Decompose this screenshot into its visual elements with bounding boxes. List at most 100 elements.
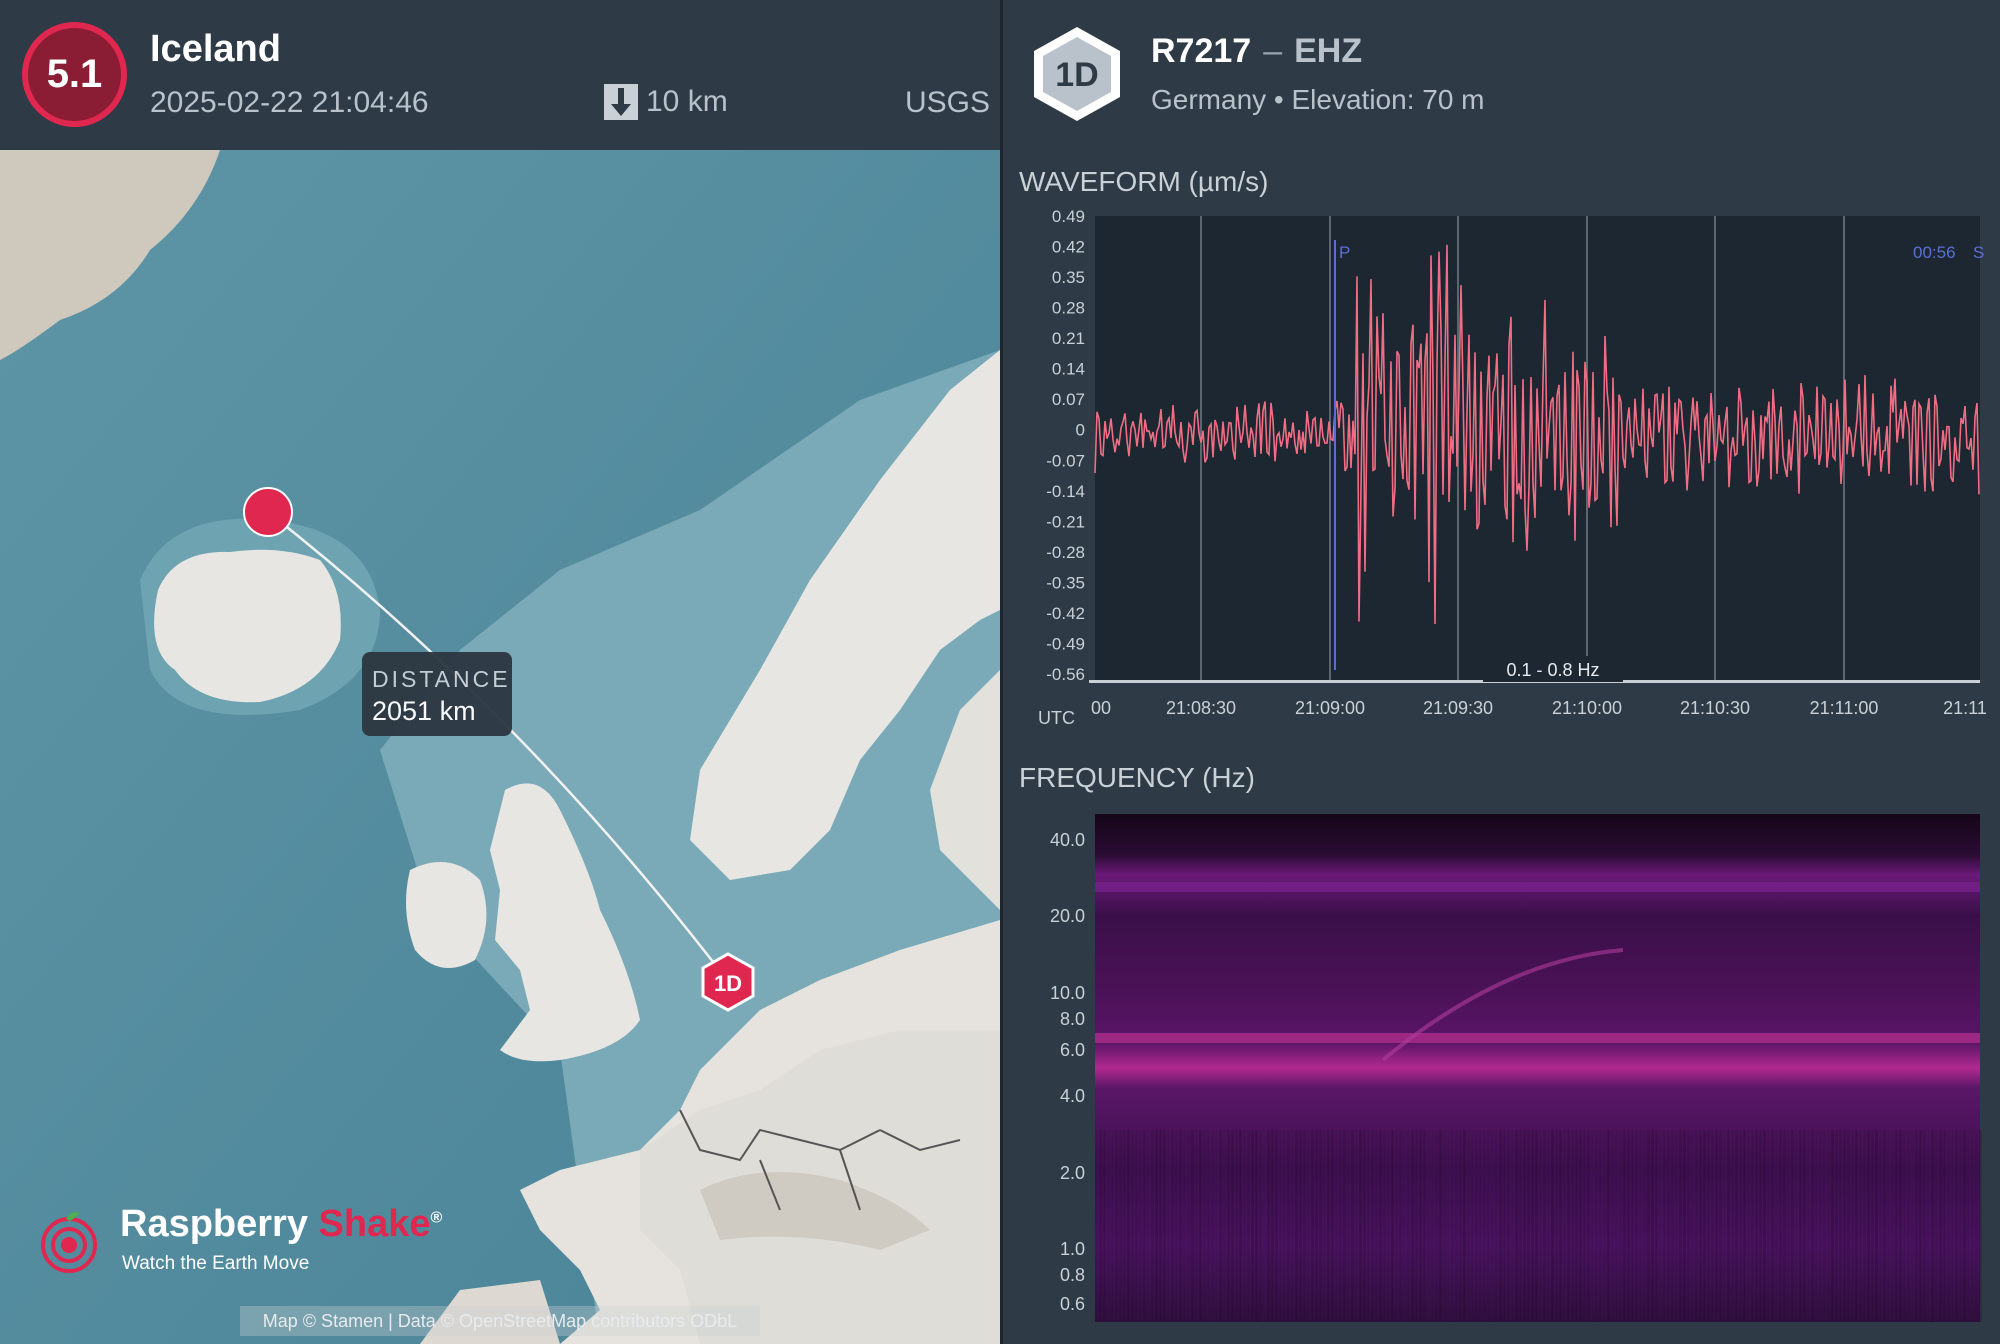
spectrogram-streak: [1463, 1130, 1466, 1322]
spectrogram-streak: [1315, 1130, 1318, 1322]
raspberry-shake-logo: Raspberry Shake® Watch the Earth Move: [36, 1203, 442, 1280]
spectrogram-streak: [1355, 1130, 1358, 1322]
spectrogram-streak: [1635, 1130, 1638, 1322]
spectrogram-streak: [1219, 1130, 1222, 1322]
spectrogram-streak: [1567, 1130, 1570, 1322]
logo-name-part-2: Shake: [318, 1203, 431, 1245]
spectrogram-streak: [1735, 1130, 1738, 1322]
spectrogram-streak: [1659, 1130, 1662, 1322]
spectrogram-streak: [1303, 1130, 1306, 1322]
spectrogram-streak: [1663, 1130, 1666, 1322]
station-marker[interactable]: 1D: [701, 952, 755, 1012]
spectrogram-streak: [1875, 1130, 1878, 1322]
spectrogram-streak: [1515, 1130, 1518, 1322]
spectrogram-streak: [1135, 1130, 1138, 1322]
spectrogram-streak: [1919, 1130, 1922, 1322]
spectrogram-streak: [1723, 1130, 1726, 1322]
waveform-x-ticks: 21:08:30 21:09:00 21:09:30 21:10:00 21:10:30…: [1166, 698, 1878, 718]
map-attribution[interactable]: Map © Stamen | Data © OpenStreetMap cont…: [240, 1306, 760, 1336]
spectrogram-streak: [1595, 1130, 1598, 1322]
spectrogram-streak: [1807, 1130, 1810, 1322]
spectrogram-streak: [1151, 1130, 1154, 1322]
spectrogram-streak: [1407, 1130, 1410, 1322]
spectrogram-streak: [1215, 1130, 1218, 1322]
y-tick-label: 0.07: [1052, 390, 1085, 409]
spectrogram-chart[interactable]: 40.0 20.0 10.0 8.0 6.0 4.0 2.0 1.0 0.8 0.6: [1003, 800, 2000, 1344]
spectrogram-streak: [1227, 1130, 1230, 1322]
y-tick-label: 0.21: [1052, 329, 1085, 348]
spectrogram-streak: [1207, 1130, 1210, 1322]
spectrogram-streak: [1187, 1130, 1190, 1322]
spectrogram-streak: [1631, 1130, 1634, 1322]
station-badge-label: 1D: [1055, 56, 1098, 94]
spectrogram-streak: [1223, 1130, 1226, 1322]
spectrogram-streak: [1119, 1130, 1122, 1322]
spectrogram-streak: [1647, 1130, 1650, 1322]
y-tick-label: -0.07: [1046, 451, 1085, 470]
spectrogram-streak: [1503, 1130, 1506, 1322]
spectrogram-band: [1095, 882, 1980, 892]
event-source: USGS: [904, 86, 990, 119]
spectrogram-streak: [1695, 1130, 1698, 1322]
spectrogram-streak: [1883, 1130, 1886, 1322]
spectrogram-streak: [1571, 1130, 1574, 1322]
spectrogram-streak: [1687, 1130, 1690, 1322]
spectrogram-streak: [1739, 1130, 1742, 1322]
spectrogram-streak: [1727, 1130, 1730, 1322]
spectrogram-streak: [1231, 1130, 1234, 1322]
spectrogram-streak: [1835, 1130, 1838, 1322]
spectrogram-streak: [1971, 1130, 1974, 1322]
waveform-chart[interactable]: 0.49 0.42 0.35 0.28 0.21 0.14 0.07 0 -0.07 -0.14 -…: [1003, 200, 2000, 740]
spectrogram-streak: [1963, 1130, 1966, 1322]
spectrogram-streak: [1275, 1130, 1278, 1322]
spectrogram-streak: [1815, 1130, 1818, 1322]
spectrogram-streak: [1411, 1130, 1414, 1322]
spectrogram-streak: [1423, 1130, 1426, 1322]
spectrogram-streak: [1195, 1130, 1198, 1322]
y-tick-label: 1.0: [1060, 1239, 1085, 1259]
spectrogram-streak: [1459, 1130, 1462, 1322]
spectrogram-streak: [1371, 1130, 1374, 1322]
map[interactable]: 1D: [0, 150, 1000, 1344]
y-tick-label: -0.28: [1046, 543, 1085, 562]
spectrogram-streak: [1847, 1130, 1850, 1322]
spectrogram-streak: [1559, 1130, 1562, 1322]
y-tick-label: 0.6: [1060, 1294, 1085, 1314]
spectrogram-streak: [1307, 1130, 1310, 1322]
depth-value: 10 km: [646, 85, 728, 118]
event-depth: 10 km: [604, 84, 728, 120]
spectrogram-streak: [1771, 1130, 1774, 1322]
spectrogram-streak: [1443, 1130, 1446, 1322]
spectrogram-streak: [1839, 1130, 1842, 1322]
spectrogram-streak: [1499, 1130, 1502, 1322]
station-subtitle: Germany • Elevation: 70 m: [1151, 84, 1485, 115]
spectrogram-streak: [1591, 1130, 1594, 1322]
spectrogram-y-ticks: 40.0 20.0 10.0 8.0 6.0 4.0 2.0 1.0 0.8 0.6: [1050, 830, 1085, 1314]
spectrogram-streak: [1199, 1130, 1202, 1322]
spectrogram-streak: [1843, 1130, 1846, 1322]
logo-name-part-1: Raspberry: [120, 1203, 308, 1245]
spectrogram-streak: [1903, 1130, 1906, 1322]
distance-tooltip: DISTANCE 2051 km: [362, 652, 512, 736]
spectrogram-streak: [1159, 1130, 1162, 1322]
spectrogram-streak: [1547, 1130, 1550, 1322]
spectrogram-streak: [1915, 1130, 1918, 1322]
spectrogram-streak: [1131, 1130, 1134, 1322]
spectrogram-streak: [1943, 1130, 1946, 1322]
spectrogram-streak: [1859, 1130, 1862, 1322]
x-tick-first: 00: [1091, 698, 1111, 718]
epicenter-marker[interactable]: [243, 487, 293, 537]
spectrogram-streak: [1767, 1130, 1770, 1322]
spectrogram-streak: [1311, 1130, 1314, 1322]
spectrogram-streak: [1335, 1130, 1338, 1322]
spectrogram-streak: [1523, 1130, 1526, 1322]
spectrogram-streak: [1655, 1130, 1658, 1322]
spectrogram-streak: [1979, 1130, 1982, 1322]
spectrogram-streak: [1283, 1130, 1286, 1322]
y-tick-label: 0.35: [1052, 268, 1085, 287]
spectrogram-streak: [1299, 1130, 1302, 1322]
spectrogram-streak: [1343, 1130, 1346, 1322]
spectrogram-streak: [1855, 1130, 1858, 1322]
spectrogram-streak: [1911, 1130, 1914, 1322]
y-tick-label: 0.8: [1060, 1265, 1085, 1285]
